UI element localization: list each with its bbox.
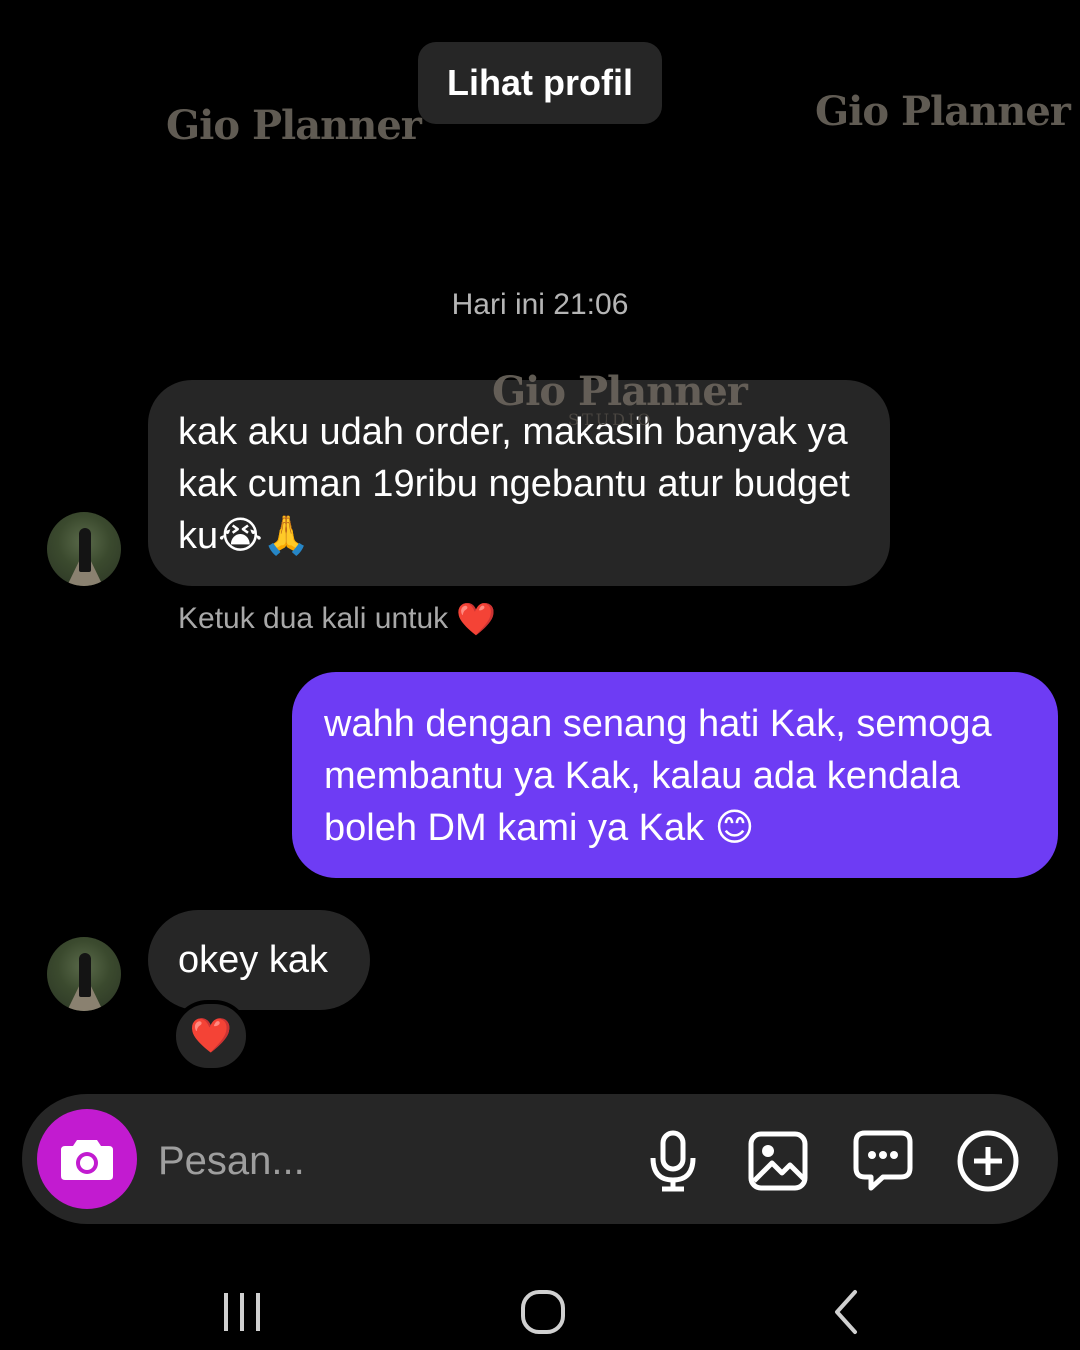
back-button[interactable] [806,1282,886,1342]
heart-reaction-icon: ❤️ [189,1016,233,1056]
gallery-icon [748,1131,808,1191]
message-input[interactable] [158,1130,618,1192]
message-reaction[interactable]: ❤️ [172,1000,250,1072]
chat-timestamp: Hari ini 21:06 [451,288,629,321]
back-icon [835,1290,857,1334]
gallery-button[interactable] [743,1126,813,1196]
message-bubble-incoming[interactable]: okey kak [148,910,370,1010]
watermark-logo: Gio Planner [492,368,748,415]
message-text: wahh dengan senang hati Kak, semoga memb… [324,703,992,849]
recent-apps-icon [224,1293,260,1331]
watermark-logo: Gio Planner [166,102,422,149]
camera-button[interactable] [37,1109,137,1209]
view-profile-button[interactable]: Lihat profil [418,42,662,124]
add-icon [957,1130,1019,1192]
home-icon [521,1290,565,1334]
message-text: okey kak [178,939,328,981]
home-button[interactable] [503,1282,583,1342]
watermark-logo: Gio Planner [815,88,1071,135]
double-tap-hint: Ketuk dua kali untuk ❤️ [178,600,496,638]
microphone-icon [650,1130,696,1192]
recent-apps-button[interactable] [202,1282,282,1342]
sticker-chat-icon [853,1130,913,1191]
message-bubble-outgoing[interactable]: wahh dengan senang hati Kak, semoga memb… [292,672,1058,878]
sticker-button[interactable] [848,1126,918,1196]
sender-avatar[interactable] [47,937,121,1011]
heart-icon: ❤️ [456,600,497,638]
hint-text: Ketuk dua kali untuk [178,602,449,635]
microphone-button[interactable] [638,1126,708,1196]
system-nav-bar [0,1260,1080,1350]
camera-icon [61,1140,113,1180]
sender-avatar[interactable] [47,512,121,586]
message-text: kak aku udah order, makasih banyak ya ka… [178,411,850,557]
add-button[interactable] [953,1126,1023,1196]
watermark-subtext: STUDIO [568,410,654,429]
